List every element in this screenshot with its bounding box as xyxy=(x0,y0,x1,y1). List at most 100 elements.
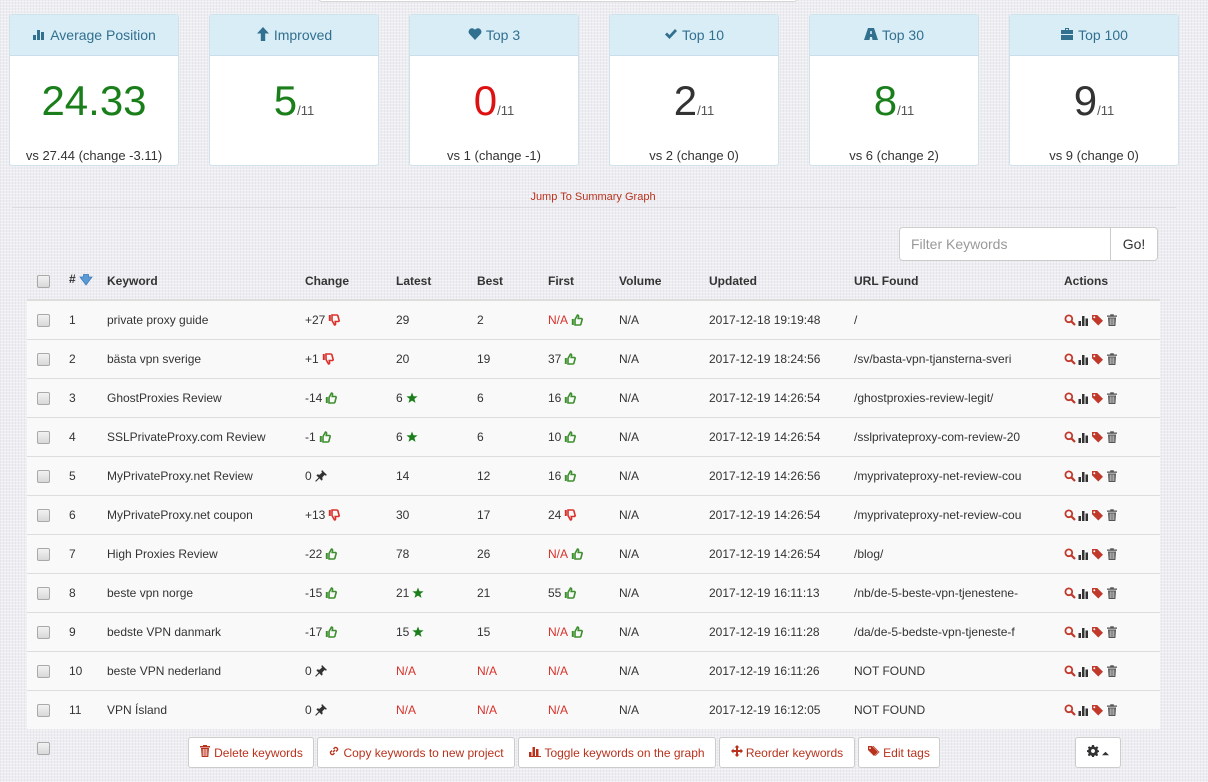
col-keyword[interactable]: Keyword xyxy=(107,262,305,301)
row-select-cell xyxy=(27,377,64,417)
edit-tags-button[interactable]: Edit tags xyxy=(858,737,940,768)
tag-icon[interactable] xyxy=(1092,314,1104,326)
latest-cell: 29 xyxy=(396,300,477,339)
filter-keywords-input[interactable] xyxy=(900,228,1110,260)
search-icon[interactable] xyxy=(1064,665,1076,677)
reorder-keywords-button[interactable]: Reorder keywords xyxy=(719,737,855,768)
best-value: 2 xyxy=(477,312,484,327)
filter-go-button[interactable]: Go! xyxy=(1110,228,1157,260)
col-updated[interactable]: Updated xyxy=(709,262,854,301)
search-icon[interactable] xyxy=(1064,431,1076,443)
trash-icon[interactable] xyxy=(1106,314,1118,326)
settings-dropdown-button[interactable] xyxy=(1075,737,1121,768)
row-checkbox[interactable] xyxy=(37,508,50,522)
row-checkbox[interactable] xyxy=(37,352,50,366)
tag-icon[interactable] xyxy=(1092,626,1104,638)
table-row: 7 High Proxies Review -22 78 26 N/A N/A … xyxy=(27,533,1160,573)
trash-icon[interactable] xyxy=(1106,586,1118,599)
col-change[interactable]: Change xyxy=(305,262,396,301)
bar-chart-icon[interactable] xyxy=(1078,626,1090,638)
trash-icon[interactable] xyxy=(1106,625,1118,638)
search-icon[interactable] xyxy=(1064,392,1076,404)
col-first[interactable]: First xyxy=(548,262,619,301)
bar-chart-icon[interactable] xyxy=(1078,665,1090,677)
trash-icon[interactable] xyxy=(1106,508,1118,521)
col-url-found[interactable]: URL Found xyxy=(854,262,1064,301)
bottom-select-all-checkbox[interactable] xyxy=(37,742,50,756)
trash-icon[interactable] xyxy=(1106,547,1118,560)
tag-icon[interactable] xyxy=(1092,665,1104,677)
best-value: N/A xyxy=(477,663,498,678)
select-all-checkbox[interactable] xyxy=(37,274,50,288)
trash-icon[interactable] xyxy=(1106,352,1118,365)
row-checkbox[interactable] xyxy=(37,586,50,600)
bar-chart-icon[interactable] xyxy=(1078,509,1090,521)
tag-icon[interactable] xyxy=(1092,353,1104,365)
trash-icon[interactable] xyxy=(1106,391,1118,404)
best-value: 21 xyxy=(477,585,491,600)
trash-icon[interactable] xyxy=(1106,469,1118,482)
best-cell: 17 xyxy=(477,494,548,534)
trash-icon[interactable] xyxy=(1106,430,1118,443)
tag-icon[interactable] xyxy=(1092,704,1104,716)
bar-chart-icon[interactable] xyxy=(1078,392,1090,404)
row-checkbox[interactable] xyxy=(37,391,50,405)
search-icon[interactable] xyxy=(1064,587,1076,599)
delete-keywords-button[interactable]: Delete keywords xyxy=(188,737,314,768)
search-icon[interactable] xyxy=(1064,626,1076,638)
url-found-cell: / xyxy=(854,300,1064,339)
bar-chart-icon[interactable] xyxy=(1078,431,1090,443)
tag-icon[interactable] xyxy=(1092,587,1104,599)
bar-chart-icon[interactable] xyxy=(1078,548,1090,560)
stat-card-title: Average Position xyxy=(50,27,156,43)
tag-icon[interactable] xyxy=(1092,392,1104,404)
first-cell: 55 xyxy=(548,572,619,612)
bar-chart-icon[interactable] xyxy=(1078,704,1090,716)
first-cell: N/A xyxy=(548,611,619,651)
stat-total: /11 xyxy=(497,103,515,118)
col-volume[interactable]: Volume xyxy=(619,262,709,301)
trash-icon[interactable] xyxy=(1106,664,1118,677)
search-icon[interactable] xyxy=(1064,314,1076,326)
search-icon[interactable] xyxy=(1064,548,1076,560)
tag-icon[interactable] xyxy=(1092,431,1104,443)
best-cell: 15 xyxy=(477,611,548,651)
col-num[interactable]: # xyxy=(64,262,107,301)
row-checkbox[interactable] xyxy=(37,313,50,327)
col-best[interactable]: Best xyxy=(477,262,548,301)
copy-keywords-button[interactable]: Copy keywords to new project xyxy=(317,737,515,768)
row-number: 2 xyxy=(64,338,107,378)
row-actions xyxy=(1064,430,1160,443)
row-checkbox[interactable] xyxy=(37,703,50,717)
trash-icon[interactable] xyxy=(1106,704,1118,716)
search-icon[interactable] xyxy=(1064,704,1076,716)
bar-chart-icon[interactable] xyxy=(1078,587,1090,599)
edit-tags-label: Edit tags xyxy=(883,745,930,760)
row-actions xyxy=(1064,314,1160,326)
change-cell: -15 xyxy=(305,572,396,612)
row-checkbox[interactable] xyxy=(37,664,50,678)
row-checkbox[interactable] xyxy=(37,547,50,561)
row-number: 1 xyxy=(64,300,107,339)
toggle-graph-button[interactable]: Toggle keywords on the graph xyxy=(518,737,716,768)
bar-chart-icon[interactable] xyxy=(1078,314,1090,326)
row-actions xyxy=(1064,704,1160,716)
tag-icon[interactable] xyxy=(1092,509,1104,521)
search-icon[interactable] xyxy=(1064,353,1076,365)
row-checkbox[interactable] xyxy=(37,625,50,639)
tag-icon[interactable] xyxy=(1092,548,1104,560)
search-icon[interactable] xyxy=(1064,509,1076,521)
latest-value: 30 xyxy=(396,507,410,522)
bar-chart-icon[interactable] xyxy=(1078,470,1090,482)
search-icon[interactable] xyxy=(1064,470,1076,482)
row-checkbox[interactable] xyxy=(37,430,50,444)
sort-desc-icon[interactable] xyxy=(78,274,94,289)
row-checkbox[interactable] xyxy=(37,469,50,483)
stat-comparison: vs 9 (change 0) xyxy=(1049,148,1139,163)
col-latest[interactable]: Latest xyxy=(396,262,477,301)
actions-cell xyxy=(1064,377,1160,417)
bar-chart-icon[interactable] xyxy=(1078,353,1090,365)
tag-icon[interactable] xyxy=(1092,470,1104,482)
jump-to-summary-graph-link[interactable]: Jump To Summary Graph xyxy=(0,191,1186,203)
change-cell: -17 xyxy=(305,611,396,651)
